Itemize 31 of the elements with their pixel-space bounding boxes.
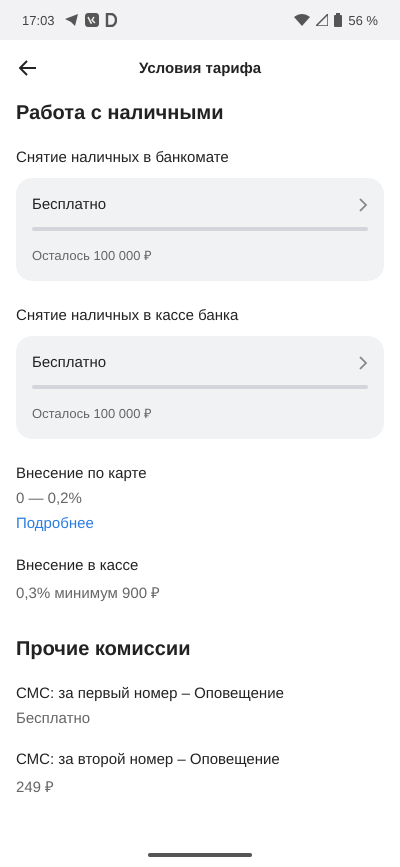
fee-value: Бесплатно (32, 354, 106, 371)
fee-value: 249 ₽ (16, 778, 56, 796)
section-title: Прочие комиссии (16, 638, 192, 661)
paper-plane-icon (64, 14, 79, 26)
battery-icon (334, 13, 342, 27)
fee-value: 0 — 0,2% (16, 490, 83, 507)
fee-value: 0,3% минимум 900 ₽ (16, 584, 162, 602)
fee-label: Внесение по карте (16, 465, 148, 482)
app-icon (104, 13, 117, 27)
fee-label: Снятие наличных в кассе банка (16, 307, 240, 324)
remaining-limit: Осталось 100 000 ₽ (32, 405, 154, 422)
section-title: Работа с наличными (16, 102, 224, 125)
fee-value: Бесплатно (32, 196, 106, 213)
signal-icon (316, 14, 328, 26)
fee-value: Бесплатно (16, 710, 92, 727)
fee-label: Внесение в кассе (16, 557, 140, 574)
fee-label: СМС: за второй номер – Оповещение (16, 751, 281, 768)
app-icon (84, 13, 99, 27)
wifi-icon (294, 14, 310, 26)
back-arrow-icon[interactable] (19, 60, 37, 76)
limit-card[interactable]: Бесплатно Осталось 100 000 ₽ (16, 178, 384, 281)
limit-card[interactable]: Бесплатно Осталось 100 000 ₽ (16, 336, 384, 439)
fee-label: СМС: за первый номер – Оповещение (16, 685, 285, 702)
remaining-limit: Осталось 100 000 ₽ (32, 247, 154, 264)
status-time: 17:03 (22, 12, 55, 28)
chevron-right-icon (359, 356, 368, 370)
screen-title: Условия тарифа (138, 60, 262, 76)
details-link[interactable]: Подробнее (16, 515, 94, 532)
fee-label: Снятие наличных в банкомате (16, 149, 230, 166)
chevron-right-icon (359, 198, 368, 212)
battery-level: 56 % (348, 12, 378, 28)
